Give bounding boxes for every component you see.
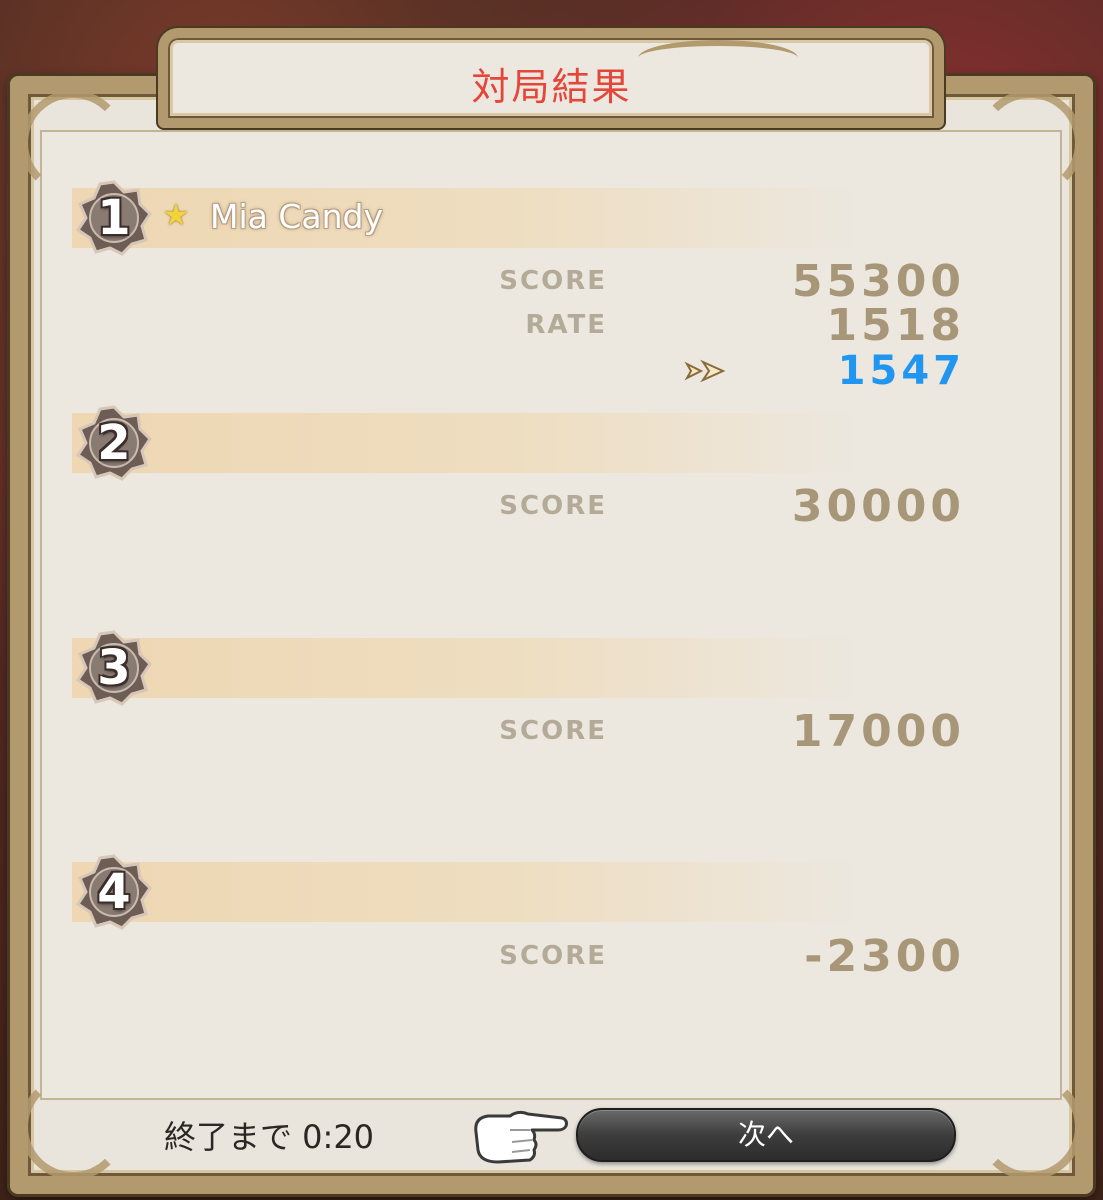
star-icon: ★ bbox=[162, 198, 190, 233]
next-button[interactable]: 次へ bbox=[576, 1108, 956, 1162]
score-label: SCORE bbox=[499, 716, 607, 746]
rank-badge-icon: 4 bbox=[76, 854, 152, 930]
page-title: 対局結果 bbox=[471, 65, 632, 109]
footer-bar: 終了まで 0:20 次へ bbox=[40, 1098, 1062, 1168]
double-chevron-right-icon bbox=[683, 356, 731, 386]
name-bar bbox=[72, 188, 872, 248]
score-label: SCORE bbox=[499, 491, 607, 521]
name-bar bbox=[72, 413, 872, 473]
player-name: Mia Candy bbox=[210, 197, 384, 236]
name-bar bbox=[72, 638, 872, 698]
pointing-hand-icon bbox=[470, 1102, 570, 1168]
score-value: 30000 bbox=[791, 481, 965, 532]
score-label: SCORE bbox=[499, 941, 607, 971]
rate-label: RATE bbox=[525, 310, 607, 340]
rank-number: 3 bbox=[97, 640, 131, 696]
rank-badge-icon: 3 bbox=[76, 630, 152, 706]
score-label: SCORE bbox=[499, 266, 607, 296]
score-value: -2300 bbox=[804, 931, 965, 982]
new-rate-value: 1547 bbox=[837, 348, 965, 394]
rank-number: 4 bbox=[97, 864, 131, 920]
rank-badge-icon: 1 bbox=[76, 180, 152, 256]
rate-value: 1518 bbox=[826, 300, 965, 351]
name-bar bbox=[72, 862, 872, 922]
rank-number: 2 bbox=[97, 415, 131, 471]
countdown-timer: 終了まで 0:20 bbox=[164, 1118, 375, 1156]
score-value: 17000 bbox=[791, 706, 965, 757]
rank-badge-icon: 2 bbox=[76, 405, 152, 481]
rank-number: 1 bbox=[97, 190, 131, 246]
